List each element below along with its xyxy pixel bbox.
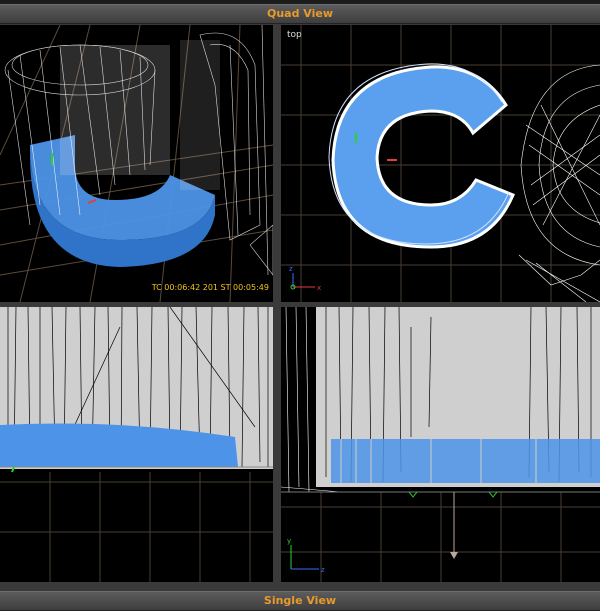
viewport-front[interactable] (0, 307, 273, 582)
viewport-perspective[interactable]: TC 00:06:42 201 ST 00:05:49 (0, 25, 273, 302)
svg-text:z: z (289, 265, 293, 273)
svg-text:z: z (321, 566, 325, 574)
letter-o-wireframe (518, 64, 600, 302)
axis-orientation-icon: y z (287, 537, 325, 574)
perspective-scene (0, 25, 273, 302)
top-scene: z x (281, 25, 600, 302)
marker-icon (408, 491, 418, 498)
letter-c-top (328, 63, 515, 249)
marker-icon (488, 491, 498, 498)
quad-view-title-bar[interactable]: Quad View (0, 4, 600, 24)
timecode-readout: TC 00:06:42 201 ST 00:05:49 (151, 283, 269, 292)
viewport-top-label: top (287, 30, 302, 40)
svg-text:y: y (287, 537, 291, 545)
wireframe-dense (60, 40, 220, 190)
front-grid (0, 472, 273, 582)
single-view-title: Single View (263, 594, 337, 607)
side-grid (281, 492, 600, 582)
axis-orientation-icon: z x (289, 265, 321, 292)
side-scene: y z (281, 307, 600, 582)
svg-text:x: x (317, 284, 321, 292)
camera-arrow-icon (450, 552, 458, 559)
viewport-top[interactable]: z x top (281, 25, 600, 302)
front-scene (0, 307, 273, 582)
single-view-title-bar[interactable]: Single View (0, 591, 600, 611)
viewport-side[interactable]: y z (281, 307, 600, 582)
quad-view-title: Quad View (266, 7, 334, 20)
viewport-divider-horizontal[interactable] (0, 302, 600, 307)
